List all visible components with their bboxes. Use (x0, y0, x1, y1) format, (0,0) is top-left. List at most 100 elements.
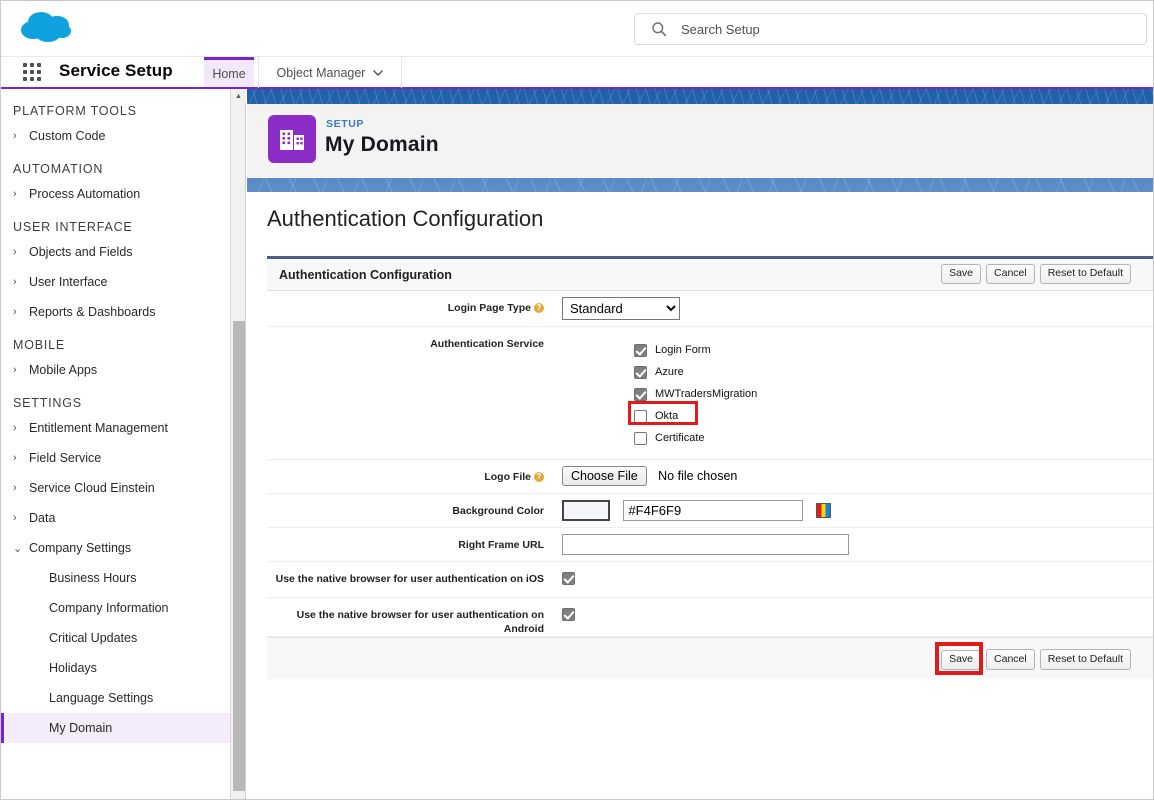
checkbox-azure-label: Azure (655, 366, 684, 378)
chevron-right-icon: › (13, 452, 29, 464)
checkbox-native-browser-android[interactable] (562, 608, 575, 621)
checkbox-okta-label: Okta (655, 410, 678, 422)
sidebar-item-entitlement-management[interactable]: › Entitlement Management (1, 413, 230, 443)
panel-header: Authentication Configuration Save Cancel… (267, 259, 1153, 291)
chevron-down-icon: ⌄ (13, 542, 29, 555)
sidebar-subitem-label: Language Settings (49, 691, 153, 705)
chevron-right-icon: › (13, 512, 29, 524)
sidebar-item-label: Entitlement Management (29, 421, 168, 435)
sidebar-scrollbar[interactable]: ▲ (231, 89, 246, 799)
setup-sidebar[interactable]: PLATFORM TOOLS › Custom Code AUTOMATION … (1, 89, 231, 799)
logo-file-status: No file chosen (658, 469, 737, 483)
checkbox-row-certificate[interactable]: Certificate (634, 427, 1153, 449)
right-frame-url-label: Right Frame URL (267, 528, 552, 552)
checkbox-row-okta[interactable]: Okta (634, 405, 1153, 427)
scroll-up-icon[interactable]: ▲ (231, 89, 246, 103)
checkbox-mwtradersmigration[interactable] (634, 388, 647, 401)
sidebar-item-user-interface[interactable]: › User Interface (1, 267, 230, 297)
checkbox-login-form[interactable] (634, 344, 647, 357)
chevron-right-icon: › (13, 364, 29, 376)
panel-button-row: Save Cancel Reset to Default (941, 264, 1131, 284)
background-color-input[interactable] (623, 500, 803, 521)
sidebar-item-company-settings[interactable]: ⌄ Company Settings (1, 533, 230, 563)
sidebar-item-process-automation[interactable]: › Process Automation (1, 179, 230, 209)
salesforce-cloud-logo[interactable] (17, 9, 81, 47)
tab-home-label: Home (212, 67, 245, 81)
checkbox-azure[interactable] (634, 366, 647, 379)
tab-home[interactable]: Home (204, 57, 254, 87)
help-icon[interactable]: ? (534, 472, 544, 482)
chevron-right-icon: › (13, 482, 29, 494)
setup-title: My Domain (325, 133, 439, 157)
search-box[interactable] (634, 13, 1147, 45)
sidebar-item-reports-and-dashboards[interactable]: › Reports & Dashboards (1, 297, 230, 327)
color-picker-icon[interactable] (816, 503, 831, 518)
native-browser-ios-label: Use the native browser for user authenti… (267, 562, 552, 586)
sidebar-item-language-settings[interactable]: Language Settings (1, 683, 230, 713)
app-launcher-icon[interactable] (23, 63, 45, 83)
sidebar-item-field-service[interactable]: › Field Service (1, 443, 230, 473)
search-input[interactable] (679, 15, 1099, 43)
sidebar-item-label: Mobile Apps (29, 363, 97, 377)
setup-object-header: SETUP My Domain (247, 104, 1153, 178)
login-page-type-field: Standard (552, 291, 1153, 326)
help-icon[interactable]: ? (534, 303, 544, 313)
row-right-frame-url: Right Frame URL (267, 528, 1153, 562)
sidebar-item-objects-and-fields[interactable]: › Objects and Fields (1, 237, 230, 267)
checkbox-okta[interactable] (634, 410, 647, 423)
checkbox-native-browser-ios[interactable] (562, 572, 575, 585)
cancel-button-top[interactable]: Cancel (986, 264, 1035, 284)
sidebar-item-data[interactable]: › Data (1, 503, 230, 533)
chevron-down-icon (373, 68, 383, 78)
checkbox-row-mwtradersmigration[interactable]: MWTradersMigration (634, 383, 1153, 405)
sidebar-item-label: Reports & Dashboards (29, 305, 155, 319)
sidebar-item-custom-code[interactable]: › Custom Code (1, 121, 230, 151)
sidebar-item-critical-updates[interactable]: Critical Updates (1, 623, 230, 653)
setup-banner-top (247, 89, 1153, 104)
sidebar-item-business-hours[interactable]: Business Hours (1, 563, 230, 593)
right-frame-url-input[interactable] (562, 534, 849, 555)
reset-to-default-button-bottom[interactable]: Reset to Default (1040, 649, 1131, 670)
app-navigation-bar: Service Setup Home Object Manager (1, 57, 1153, 89)
sidebar-item-label: Custom Code (29, 129, 105, 143)
login-page-type-select[interactable]: Standard (562, 297, 680, 320)
reset-to-default-button-top[interactable]: Reset to Default (1040, 264, 1131, 284)
save-button-bottom[interactable]: Save (941, 650, 981, 670)
authentication-service-label: Authentication Service (267, 327, 552, 351)
panel-footer: Save Cancel Reset to Default (267, 637, 1153, 679)
sidebar-item-label: Process Automation (29, 187, 140, 201)
row-background-color: Background Color (267, 494, 1153, 528)
background-color-field (552, 494, 1153, 527)
row-native-browser-android: Use the native browser for user authenti… (267, 598, 1153, 637)
checkbox-mwtradersmigration-label: MWTradersMigration (655, 388, 757, 400)
panel-title: Authentication Configuration (279, 268, 452, 282)
setup-kicker: SETUP (326, 118, 364, 130)
row-native-browser-ios: Use the native browser for user authenti… (267, 562, 1153, 598)
sidebar-item-service-cloud-einstein[interactable]: › Service Cloud Einstein (1, 473, 230, 503)
sidebar-item-label: Objects and Fields (29, 245, 133, 259)
background-color-swatch[interactable] (562, 500, 610, 521)
row-login-page-type: Login Page Type? Standard (267, 291, 1153, 327)
checkbox-row-azure[interactable]: Azure (634, 361, 1153, 383)
scrollbar-thumb[interactable] (233, 321, 245, 791)
save-button-top[interactable]: Save (941, 264, 981, 284)
sidebar-item-holidays[interactable]: Holidays (1, 653, 230, 683)
checkbox-certificate[interactable] (634, 432, 647, 445)
choose-file-button[interactable]: Choose File (562, 466, 647, 486)
sidebar-subitem-label: Company Information (49, 601, 169, 615)
row-logo-file: Logo File? Choose File No file chosen (267, 460, 1153, 494)
sidebar-item-my-domain[interactable]: My Domain (1, 713, 230, 743)
checkbox-row-login-form[interactable]: Login Form (634, 339, 1153, 361)
sidebar-item-mobile-apps[interactable]: › Mobile Apps (1, 355, 230, 385)
search-icon (651, 21, 667, 37)
tab-object-manager[interactable]: Object Manager (258, 57, 402, 88)
setup-banner-bottom (247, 178, 1153, 192)
sidebar-group-automation: AUTOMATION (1, 159, 230, 179)
checkbox-certificate-label: Certificate (655, 432, 705, 444)
sidebar-item-company-information[interactable]: Company Information (1, 593, 230, 623)
cancel-button-bottom[interactable]: Cancel (986, 649, 1035, 670)
authentication-service-checkbox-list: Login Form Azure MWTradersMigration (562, 333, 1153, 453)
sidebar-item-label: User Interface (29, 275, 108, 289)
logo-file-field: Choose File No file chosen (552, 460, 1153, 492)
row-authentication-service: Authentication Service Login Form Azure (267, 327, 1153, 460)
